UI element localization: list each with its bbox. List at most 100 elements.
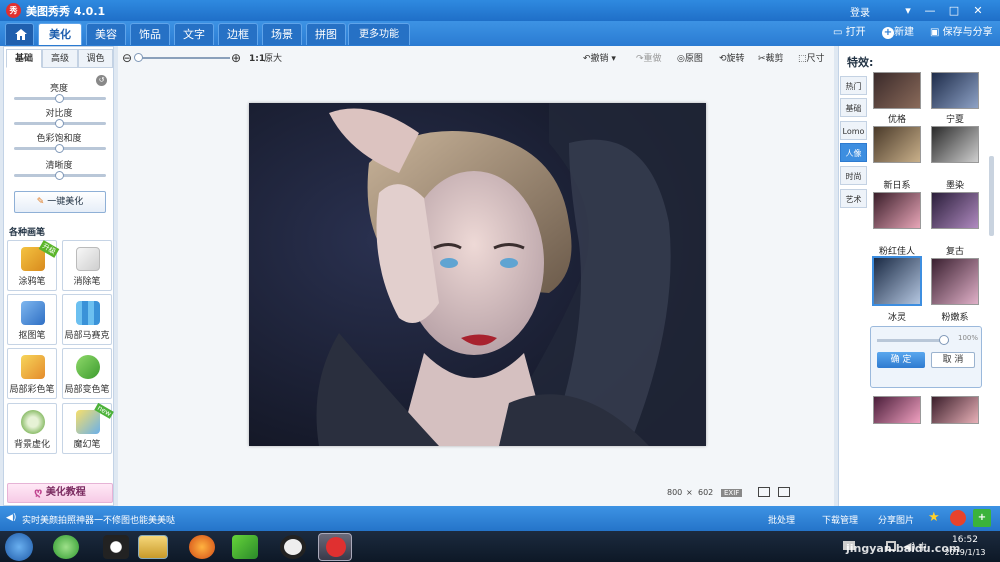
- batch-button[interactable]: 批处理: [768, 513, 795, 526]
- effect-thumb[interactable]: [931, 72, 979, 109]
- exif-badge[interactable]: EXIF: [721, 489, 743, 497]
- category-basic[interactable]: 基础: [840, 98, 867, 117]
- resize-button[interactable]: ⬚尺寸: [798, 52, 825, 66]
- photo-canvas[interactable]: [249, 103, 706, 446]
- close-button[interactable]: ✕: [968, 2, 988, 19]
- zoom-slider[interactable]: [134, 53, 230, 62]
- zoom-in-icon[interactable]: ⊕: [231, 51, 241, 65]
- slider-handle[interactable]: [55, 171, 64, 180]
- strength-slider[interactable]: [877, 335, 949, 345]
- cancel-button[interactable]: 取 消: [931, 352, 975, 368]
- slider-handle[interactable]: [55, 94, 64, 103]
- effect-thumb[interactable]: [931, 126, 979, 163]
- home-button[interactable]: [5, 23, 34, 45]
- original-size-button[interactable]: 原大: [264, 52, 282, 66]
- effect-thumb[interactable]: [873, 192, 921, 229]
- record-icon[interactable]: [280, 535, 306, 559]
- slider-handle[interactable]: [55, 119, 64, 128]
- tab-beauty[interactable]: 美容: [86, 23, 126, 45]
- actual-size-button[interactable]: 1:1: [249, 52, 265, 66]
- effects-scrollbar[interactable]: [989, 156, 994, 236]
- brightness-slider[interactable]: [14, 94, 106, 103]
- dropdown-icon[interactable]: ▾: [898, 2, 918, 19]
- download-manager-button[interactable]: 下载管理: [822, 513, 858, 526]
- start-button[interactable]: [5, 533, 33, 561]
- meitu-taskbar-button[interactable]: [318, 533, 352, 561]
- baidu-watermark: Baidu 经验: [838, 474, 911, 489]
- effect-thumb[interactable]: [873, 126, 921, 163]
- minimize-button[interactable]: —: [920, 2, 940, 19]
- strength-handle[interactable]: [939, 335, 949, 345]
- sharpness-slider[interactable]: [14, 171, 106, 180]
- original-button[interactable]: ◎原图: [677, 52, 703, 66]
- star-icon[interactable]: ★: [928, 510, 944, 526]
- confirm-button[interactable]: 确 定: [877, 352, 925, 368]
- speaker-icon: ◀): [6, 513, 17, 523]
- redo-button[interactable]: ↷重做: [636, 52, 662, 66]
- brush-local-color[interactable]: 局部彩色笔: [7, 348, 57, 399]
- effect-thumb[interactable]: [931, 396, 979, 424]
- rotate-button[interactable]: ⟲旋转: [719, 52, 745, 66]
- category-hot[interactable]: 热门: [840, 76, 867, 95]
- zoom-handle[interactable]: [134, 53, 143, 62]
- undo-button[interactable]: ↶撤销 ▾: [583, 52, 616, 66]
- app-window: 秀 美图秀秀 4.0.1 登录 ▾ — □ ✕ 美化 美容 饰品 文字 边框 场…: [0, 0, 1000, 562]
- contrast-slider[interactable]: [14, 119, 106, 128]
- tab-frame[interactable]: 边框: [218, 23, 258, 45]
- subtab-tone[interactable]: 调色: [78, 49, 113, 68]
- brush-doodle[interactable]: 升级 涂鸦笔: [7, 240, 60, 291]
- category-art[interactable]: 艺术: [840, 189, 867, 208]
- saturation-slider[interactable]: [14, 144, 106, 153]
- tab-more[interactable]: 更多功能 ▾: [348, 23, 410, 62]
- effect-thumb[interactable]: [873, 396, 921, 424]
- image-width: 800: [667, 488, 683, 497]
- open-button[interactable]: ▭ 打开: [833, 25, 866, 41]
- crop-button[interactable]: ✂裁剪: [758, 52, 784, 66]
- add-icon[interactable]: +: [973, 509, 991, 527]
- new-button[interactable]: + 新建: [882, 25, 914, 41]
- effect-thumb[interactable]: [931, 258, 979, 305]
- one-key-beautify-button[interactable]: ✎ 一键美化: [14, 191, 106, 213]
- tab-collage[interactable]: 拼图: [306, 23, 346, 45]
- category-lomo[interactable]: Lomo: [840, 121, 867, 140]
- brush-label: 涂鸦笔: [18, 277, 46, 287]
- brush-bg-blur[interactable]: 背景虚化: [7, 403, 57, 454]
- subtab-basic[interactable]: 基础: [6, 49, 42, 68]
- zoom-out-icon[interactable]: ⊖: [122, 51, 132, 65]
- watermark-url: jingyan.baidu.com: [846, 542, 961, 555]
- save-share-button[interactable]: ▣ 保存与分享: [930, 25, 993, 41]
- category-portrait[interactable]: 人像: [840, 143, 867, 162]
- brush-local-recolor[interactable]: 局部变色笔: [62, 348, 112, 399]
- effect-thumb[interactable]: [931, 192, 979, 229]
- brightness-label: 亮度: [49, 84, 68, 94]
- brush-mosaic[interactable]: 局部马赛克: [62, 294, 112, 345]
- effect-label: 宁夏: [945, 115, 964, 125]
- slider-handle[interactable]: [55, 144, 64, 153]
- firefox-icon[interactable]: [189, 535, 215, 559]
- tab-text[interactable]: 文字: [174, 23, 214, 45]
- login-link[interactable]: 登录: [850, 4, 870, 19]
- effect-label: 优格: [887, 115, 906, 125]
- compare-view-icon[interactable]: [758, 487, 770, 497]
- effect-thumb[interactable]: [873, 72, 921, 109]
- fit-view-icon[interactable]: [778, 487, 790, 497]
- tab-beautify[interactable]: 美化: [38, 23, 82, 45]
- category-fashion[interactable]: 时尚: [840, 166, 867, 185]
- media-player-icon[interactable]: [232, 535, 258, 559]
- file-explorer-icon[interactable]: [138, 535, 168, 559]
- effect-thumb-selected[interactable]: [872, 256, 922, 306]
- qq-icon[interactable]: [103, 535, 129, 559]
- weibo-icon[interactable]: [950, 510, 966, 526]
- share-image-button[interactable]: 分享图片: [878, 513, 914, 526]
- browser-360-icon[interactable]: [53, 535, 79, 559]
- undo-label: 撤销: [590, 54, 609, 64]
- tab-scene[interactable]: 场景: [262, 23, 302, 45]
- promo-message[interactable]: 实时美颜拍照神器一不修图也能美美哒: [22, 513, 175, 526]
- brush-cutout[interactable]: 抠图笔: [7, 294, 57, 345]
- maximize-button[interactable]: □: [944, 2, 964, 19]
- tutorial-button[interactable]: ღ 美化教程: [7, 483, 113, 503]
- brush-eraser[interactable]: 消除笔: [62, 240, 112, 291]
- brush-magic[interactable]: new 魔幻笔: [62, 402, 114, 454]
- subtab-advanced[interactable]: 高级: [42, 49, 78, 68]
- tab-accessory[interactable]: 饰品: [130, 23, 170, 45]
